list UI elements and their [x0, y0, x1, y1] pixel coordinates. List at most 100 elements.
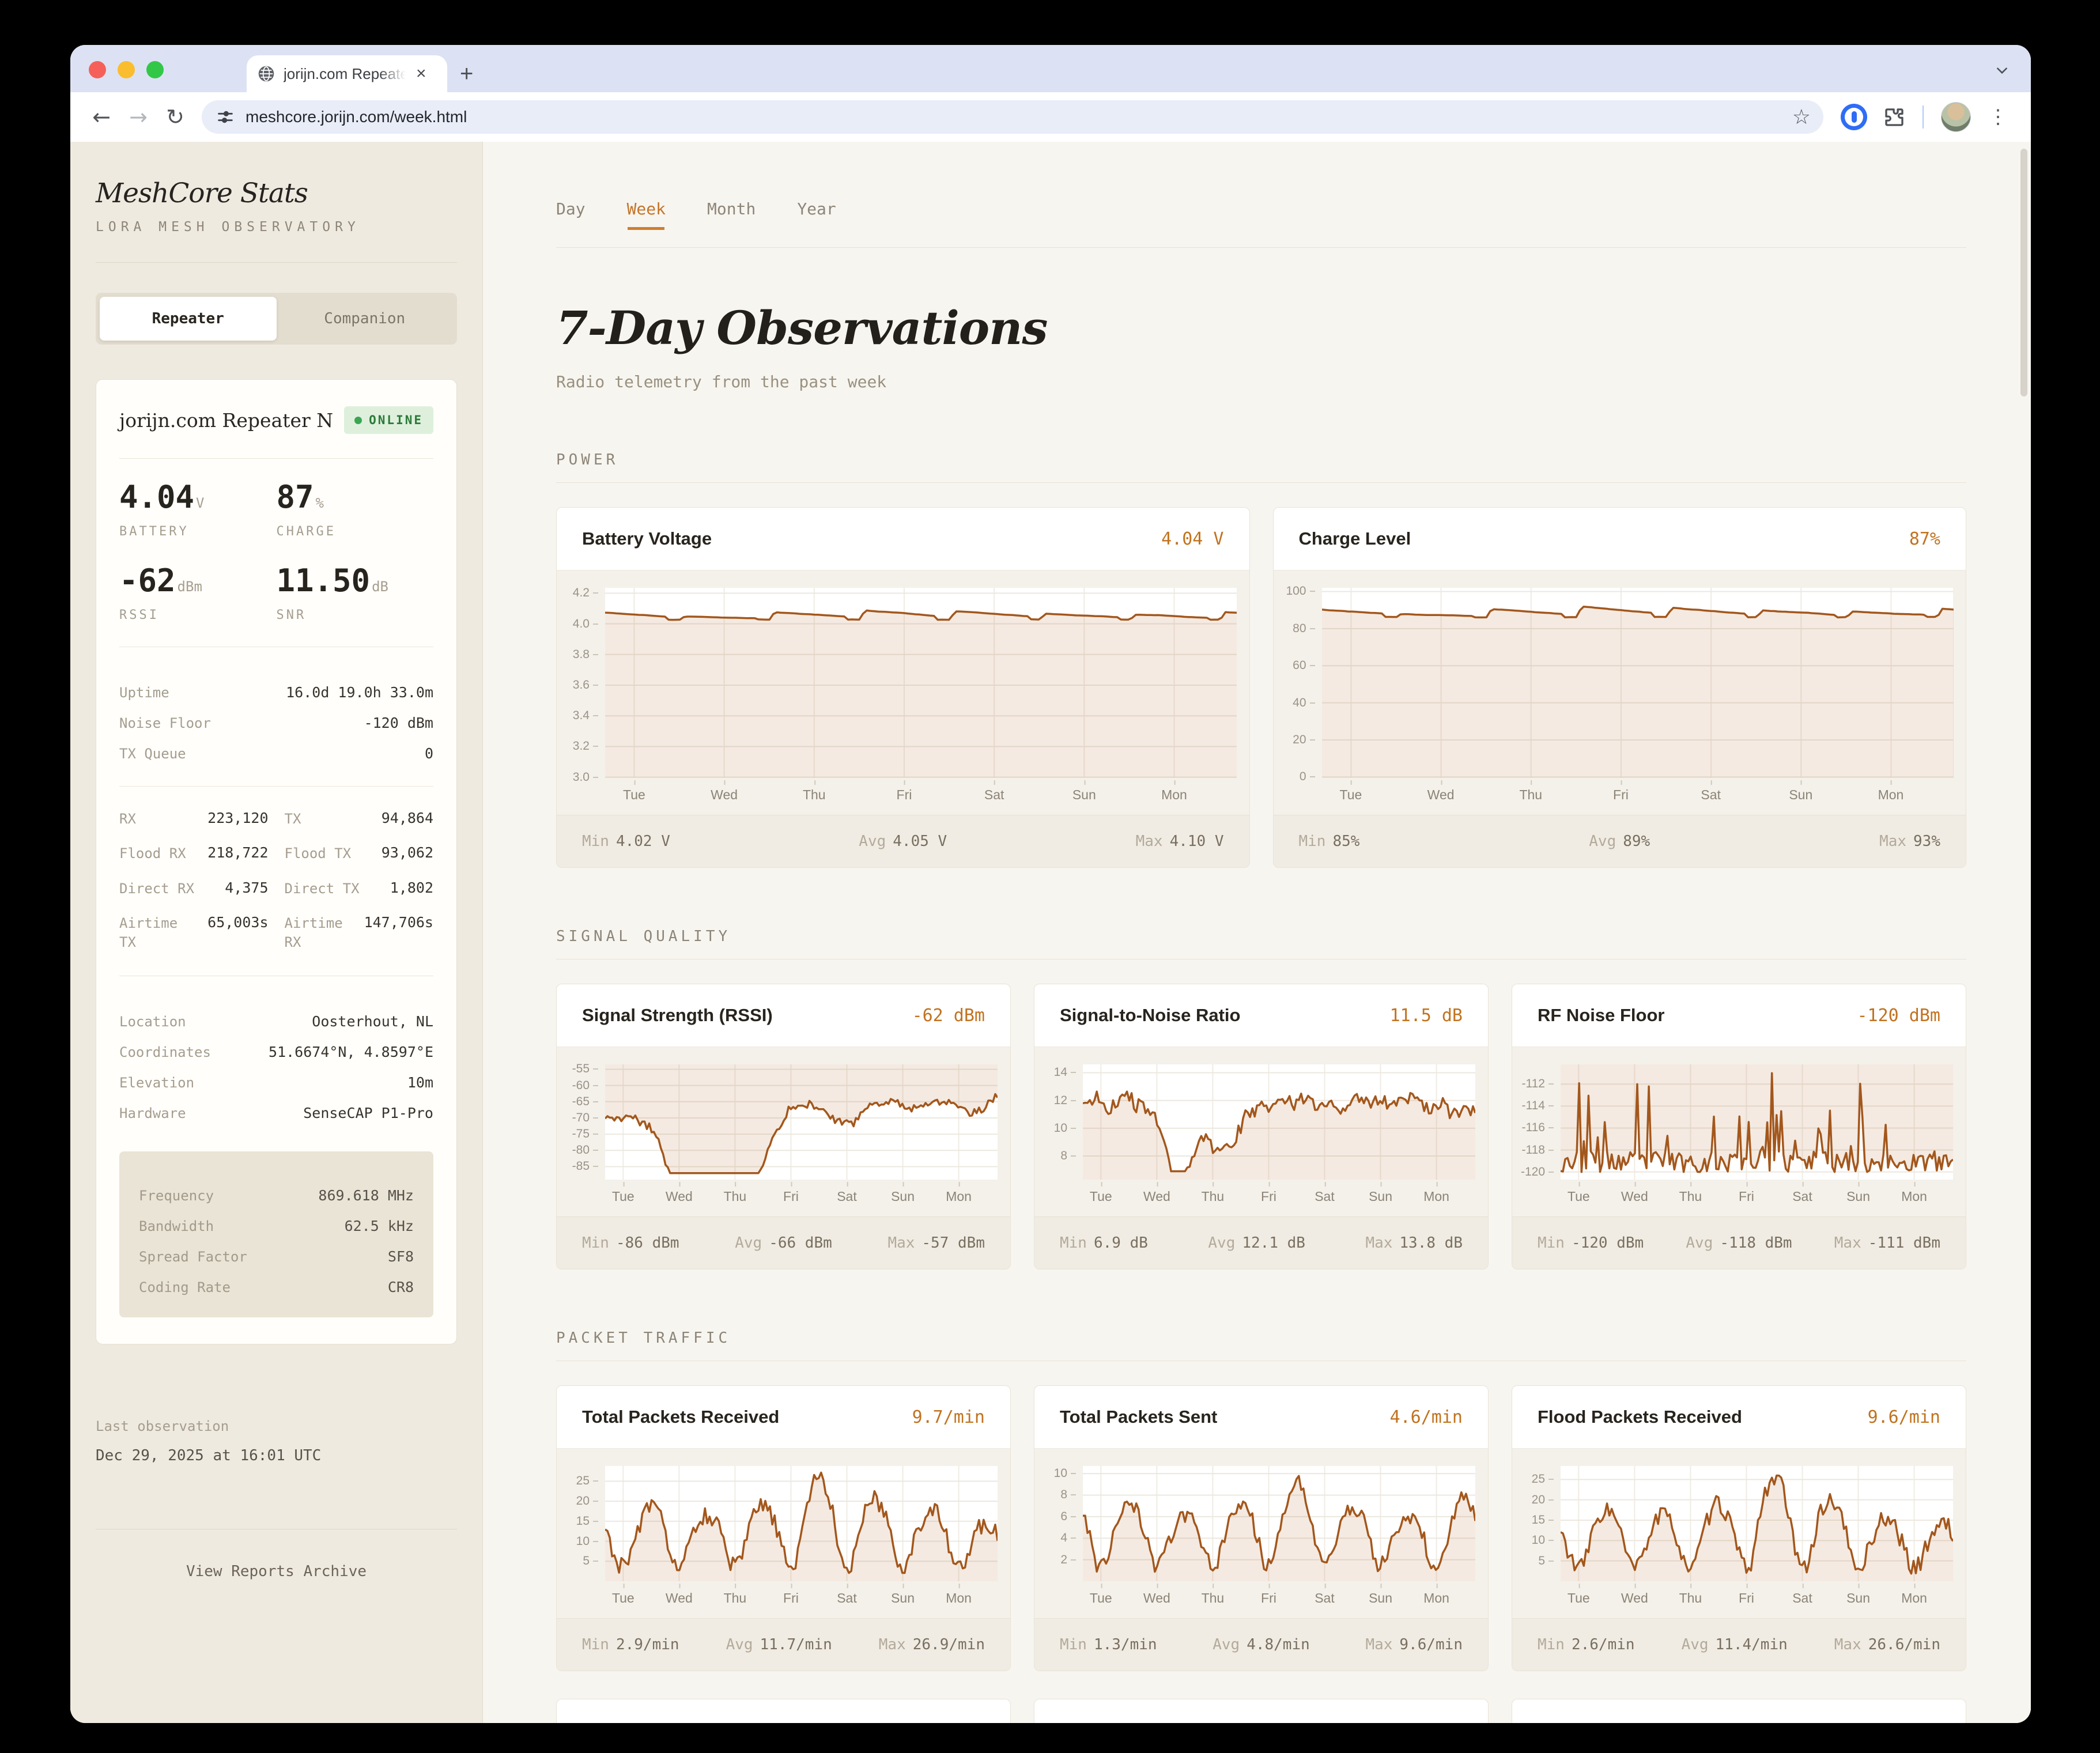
y-axis-tick: 8 [1060, 1488, 1076, 1502]
extensions-puzzle-icon[interactable] [1879, 105, 1910, 129]
status-badge: ONLINE [344, 406, 433, 434]
x-axis-tick: Mon [1161, 787, 1187, 803]
stat-max: Max4.10 V [1136, 833, 1224, 850]
device-info: LocationOosterhout, NLCoordinates51.6674… [119, 976, 433, 1121]
page-content: MeshCore Stats LORA MESH OBSERVATORY Rep… [70, 142, 2031, 1723]
chart-body: TueWedThuFriSatSunMon108642 [1034, 1449, 1488, 1618]
chart-title: RF Noise Floor [1538, 1005, 1664, 1026]
page-subtitle: Radio telemetry from the past week [556, 372, 1966, 391]
device-stat-label: CHARGE [277, 524, 434, 539]
y-axis-tick: 4.0 [573, 617, 598, 631]
x-axis-tick: Wed [1621, 1189, 1648, 1204]
y-axis-tick: 10 [576, 1535, 598, 1548]
kv-value: -120 dBm [364, 715, 433, 731]
chart-grid: Battery Voltage 4.04 V TueWedThuFriSatSu… [556, 507, 1966, 868]
y-axis-tick: 100 [1286, 584, 1315, 598]
tab-close-icon[interactable]: × [414, 65, 429, 82]
mode-tab-repeater[interactable]: Repeater [100, 297, 277, 341]
address-bar[interactable]: meshcore.jorijn.com/week.html ☆ [202, 100, 1823, 134]
key-value-row: Bandwidth62.5 kHz [139, 1218, 414, 1234]
device-stats: 4.04VBATTERY87%CHARGE-62dBmRSSI11.50dBSN… [119, 458, 433, 622]
site-controls-icon[interactable] [216, 107, 235, 127]
kv-label: TX Queue [119, 746, 186, 762]
range-tab-month[interactable]: Month [707, 199, 756, 247]
app-subtitle: LORA MESH OBSERVATORY [96, 220, 457, 235]
browser-toolbar: ← → ↻ meshcore.jorijn.com/week.html ☆ [70, 92, 2031, 142]
key-value-row: LocationOosterhout, NL [119, 1013, 433, 1030]
y-axis-tick: 2 [1060, 1553, 1076, 1567]
range-tab-day[interactable]: Day [556, 199, 586, 247]
chart-current-value: 11.5 dB [1390, 1006, 1463, 1026]
kv-label: Spread Factor [139, 1249, 247, 1265]
kv-value: 51.6674°N, 4.8597°E [269, 1044, 433, 1060]
chart-current-value: 4.6/min [1390, 1407, 1463, 1427]
window-controls [89, 61, 164, 78]
tab-search-chevron-icon[interactable] [1989, 58, 2015, 83]
chart-plot: TueWedThuFriSatSunMon1412108 [1083, 1064, 1475, 1180]
kv-label: Hardware [119, 1105, 186, 1121]
main-content: DayWeekMonthYear 7-Day Observations Radi… [483, 142, 2031, 1723]
browser-tab[interactable]: jorijn.com Repeater N — Week × [247, 55, 447, 92]
minimize-window-button[interactable] [118, 61, 135, 78]
range-tab-year[interactable]: Year [797, 199, 836, 247]
y-axis-tick: 10 [1054, 1121, 1076, 1135]
profile-avatar[interactable] [1941, 102, 1971, 132]
back-button[interactable]: ← [85, 101, 118, 133]
reload-button[interactable]: ↻ [159, 101, 191, 133]
stat-avg: Avg89% [1589, 833, 1650, 850]
view-reports-archive-link[interactable]: View Reports Archive [96, 1563, 457, 1580]
y-axis-tick: 12 [1054, 1094, 1076, 1108]
kv-label: Coding Rate [139, 1279, 231, 1295]
counter-value: 218,722 [207, 844, 268, 861]
chart-title: Battery Voltage [582, 528, 712, 549]
kv-value: CR8 [388, 1279, 414, 1295]
chart-body: TueWedThuFriSatSunMon100806040200 [1274, 571, 1966, 815]
x-axis-tick: Tue [623, 787, 645, 803]
chart-body: TueWedThuFriSatSunMon-112-114-116-118-12… [1512, 1047, 1966, 1216]
chart-title: Direct Packets Received [1060, 1720, 1266, 1723]
y-axis-tick: 3.4 [573, 709, 598, 723]
y-axis-tick: -80 [572, 1143, 598, 1157]
x-axis-tick: Fri [1739, 1189, 1754, 1204]
device-stat: 11.50dBSNR [277, 565, 434, 622]
x-axis-tick: Thu [724, 1590, 747, 1606]
range-tab-week[interactable]: Week [627, 199, 666, 247]
counter-value: 94,864 [382, 810, 433, 826]
chart-current-value: 87% [1909, 529, 1940, 549]
stat-max: Max9.6/min [1365, 1636, 1463, 1653]
scrollbar-thumb[interactable] [2020, 149, 2027, 396]
x-axis-tick: Fri [783, 1590, 799, 1606]
x-axis-tick: Sun [1846, 1590, 1870, 1606]
last-observation-value: Dec 29, 2025 at 16:01 UTC [96, 1447, 457, 1464]
chart-body: TueWedThuFriSatSunMon252015105 [557, 1449, 1010, 1618]
x-axis-tick: Fri [1261, 1189, 1276, 1204]
y-axis-tick: 60 [1293, 659, 1315, 673]
zoom-window-button[interactable] [146, 61, 164, 78]
new-tab-button[interactable]: + [460, 62, 473, 85]
chart-current-value: 0.1/min [1390, 1721, 1463, 1724]
password-manager-extension-icon[interactable] [1841, 104, 1867, 130]
device-stat-unit: V [196, 495, 204, 511]
y-axis-tick: -60 [572, 1079, 598, 1093]
kv-label: Noise Floor [119, 715, 211, 731]
browser-menu-icon[interactable]: ⋮ [1980, 105, 2016, 129]
counter-label: RX [119, 810, 136, 828]
forward-button[interactable]: → [122, 101, 154, 133]
x-axis-tick: Fri [897, 787, 912, 803]
chart-current-value: 4.04 V [1161, 529, 1223, 549]
y-axis-tick: 14 [1054, 1066, 1076, 1079]
kv-label: Bandwidth [139, 1218, 214, 1234]
x-axis-tick: Sun [1369, 1590, 1392, 1606]
chart-title: Direct Packets Sent [1538, 1720, 1704, 1723]
bookmark-star-icon[interactable]: ☆ [1792, 105, 1811, 129]
chart-grid: Signal Strength (RSSI) -62 dBm TueWedThu… [556, 984, 1966, 1270]
kv-value: 10m [407, 1074, 433, 1091]
close-window-button[interactable] [89, 61, 106, 78]
y-axis-tick: -75 [572, 1127, 598, 1141]
y-axis-tick: -55 [572, 1062, 598, 1076]
device-stat-value: -62dBm [119, 565, 277, 596]
chart-card-snr: Signal-to-Noise Ratio 11.5 dB TueWedThuF… [1034, 984, 1489, 1270]
x-axis-tick: Mon [1423, 1189, 1449, 1204]
chart-grid: Flood Packets Sent 4.5/min TueWedThuFriS… [556, 1699, 1966, 1723]
mode-tab-companion[interactable]: Companion [277, 297, 454, 341]
